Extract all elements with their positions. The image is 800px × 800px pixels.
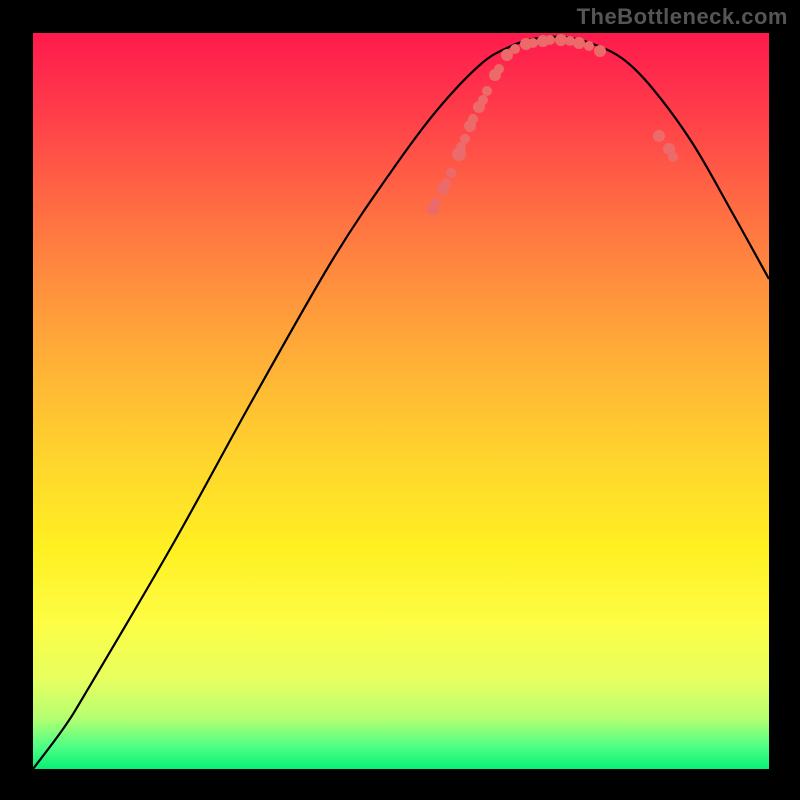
data-marker (545, 35, 555, 45)
data-marker (584, 41, 594, 51)
data-marker (431, 197, 441, 207)
data-marker (460, 134, 470, 144)
data-marker (510, 44, 520, 54)
data-marker (468, 114, 478, 124)
data-markers (427, 34, 678, 215)
data-marker (478, 95, 488, 105)
bottleneck-curve (33, 37, 769, 769)
data-marker (528, 38, 538, 48)
plot-area (33, 33, 769, 769)
data-marker (441, 178, 451, 188)
data-marker (653, 130, 665, 142)
data-marker (668, 152, 678, 162)
data-marker (573, 37, 585, 49)
data-marker (594, 45, 606, 57)
chart-container: TheBottleneck.com (0, 0, 800, 800)
chart-svg (33, 33, 769, 769)
data-marker (482, 86, 492, 96)
watermark-text: TheBottleneck.com (577, 4, 788, 30)
data-marker (446, 168, 456, 178)
data-marker (494, 64, 504, 74)
